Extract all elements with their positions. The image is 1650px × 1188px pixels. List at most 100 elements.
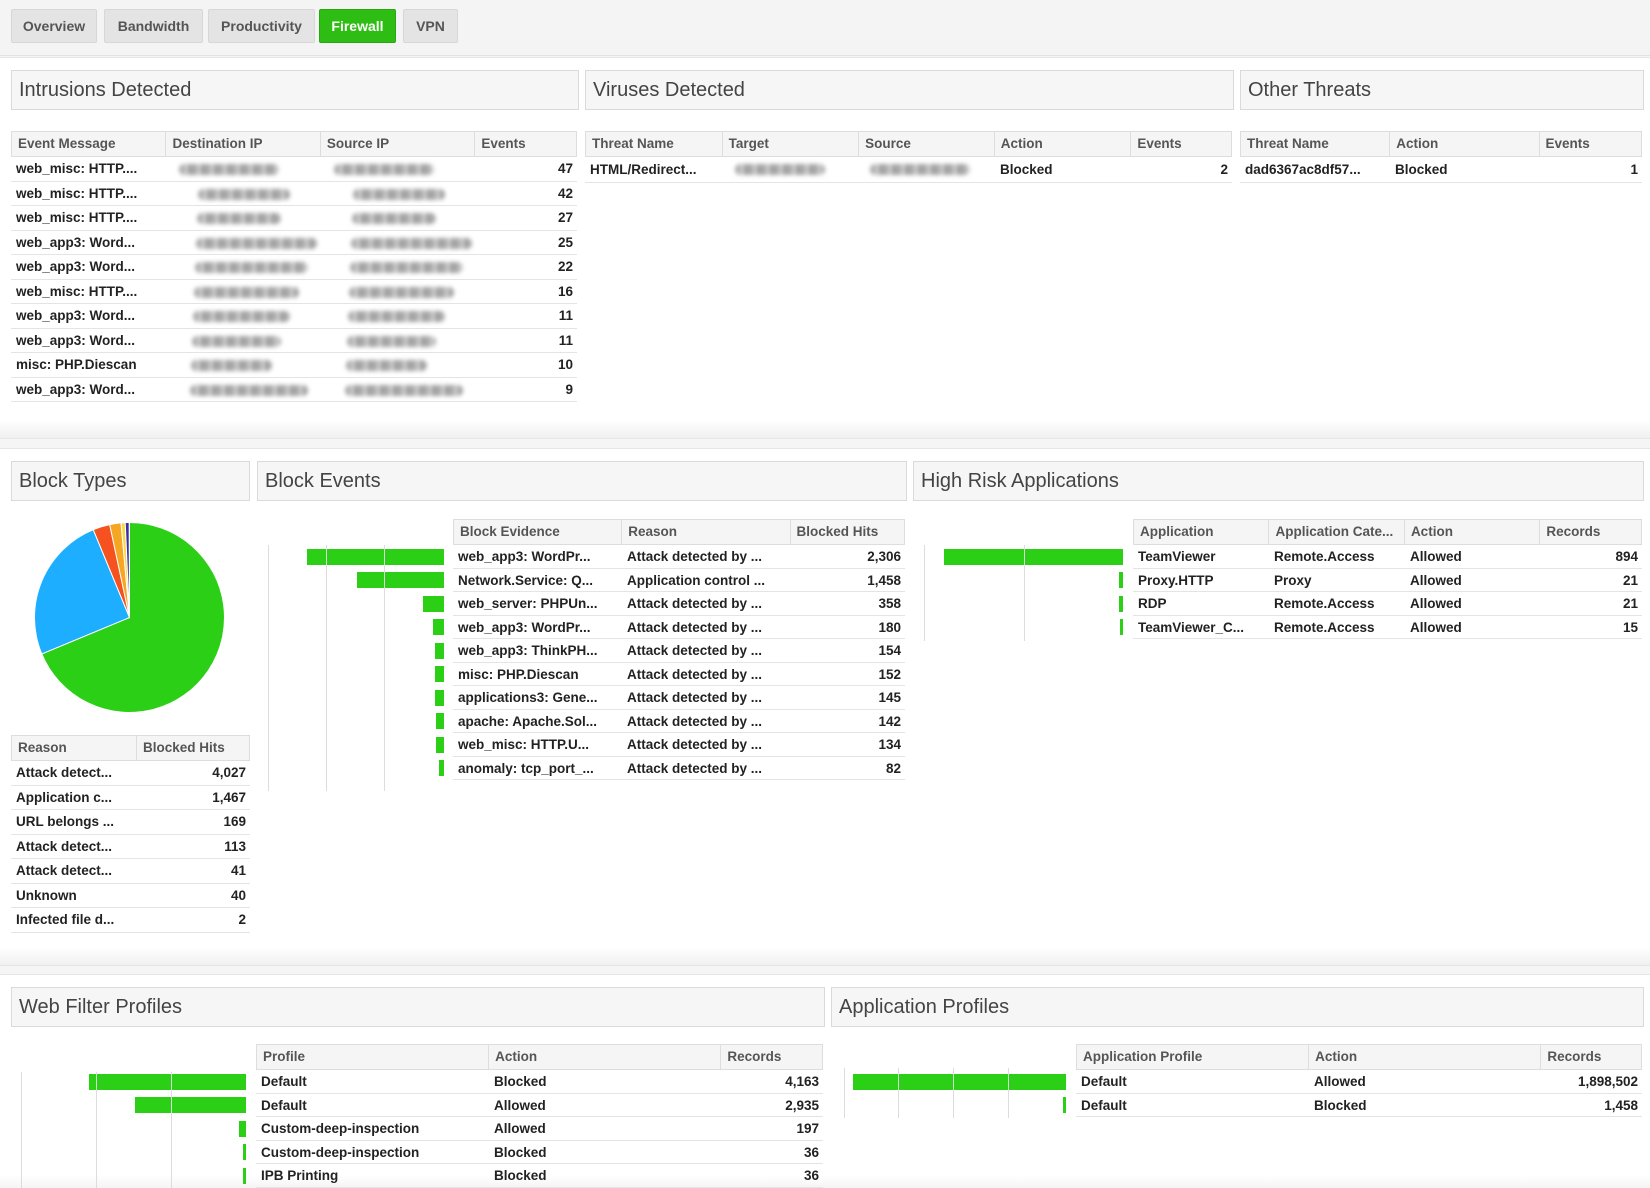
table-row[interactable]: web_app3: Word... 11 xyxy=(11,329,577,353)
column-header[interactable]: Action xyxy=(489,1045,722,1069)
records: 21 xyxy=(1622,572,1638,588)
table-row[interactable]: Default Blocked 4,163 xyxy=(256,1070,823,1094)
bar[interactable] xyxy=(357,572,444,589)
bar[interactable] xyxy=(434,642,444,659)
table-row[interactable]: TeamViewer Remote.Access Allowed 894 xyxy=(1133,545,1642,569)
bar[interactable] xyxy=(135,1097,246,1114)
tab-firewall[interactable]: Firewall xyxy=(319,9,396,43)
bar[interactable] xyxy=(853,1073,1066,1090)
table-row[interactable]: Custom-deep-inspection Blocked 36 xyxy=(256,1141,823,1164)
table-row[interactable]: Attack detect... 113 xyxy=(11,835,250,859)
table-header: Threat Name Target Source Action Events xyxy=(585,131,1232,157)
table-row[interactable]: dad6367ac8df57... Blocked 1 xyxy=(1240,157,1642,183)
table-row[interactable]: Unknown 40 xyxy=(11,884,250,908)
table-row[interactable]: Proxy.HTTP Proxy Allowed 21 xyxy=(1133,569,1642,592)
source-ip-redacted xyxy=(321,182,476,206)
bar[interactable] xyxy=(1118,595,1123,612)
table-row[interactable]: Attack detect... 4,027 xyxy=(11,761,250,786)
table-row[interactable]: HTML/Redirect... Blocked 2 xyxy=(585,157,1232,183)
table-row[interactable]: web_misc: HTTP.... 27 xyxy=(11,206,577,231)
bar[interactable] xyxy=(307,548,444,565)
table-row[interactable]: anomaly: tcp_port_... Attack detected by … xyxy=(453,757,905,780)
table-row[interactable]: Infected file d... 2 xyxy=(11,908,250,933)
column-header[interactable]: Event Message xyxy=(12,132,167,156)
column-header[interactable]: Action xyxy=(1405,520,1541,544)
column-header[interactable]: Block Evidence xyxy=(454,520,623,544)
table-row[interactable]: misc: PHP.Diescan 10 xyxy=(11,353,577,378)
blocked-hits: 180 xyxy=(878,619,901,635)
table-row[interactable]: web_app3: ThinkPH... Attack detected by .… xyxy=(453,639,905,663)
column-header[interactable]: Action xyxy=(1309,1045,1542,1069)
table-row[interactable]: apache: Apache.Sol... Attack detected by … xyxy=(453,710,905,733)
table-row[interactable]: Default Blocked 1,458 xyxy=(1076,1094,1642,1117)
table-row[interactable]: web_misc: HTTP.... 47 xyxy=(11,157,577,182)
column-header[interactable]: Records xyxy=(1540,520,1641,544)
column-header[interactable]: Events xyxy=(1540,132,1642,156)
events: 10 xyxy=(557,357,573,372)
bar[interactable] xyxy=(238,1120,246,1137)
bar[interactable] xyxy=(422,595,444,612)
table-row[interactable]: TeamViewer_C... Remote.Access Allowed 15 xyxy=(1133,616,1642,639)
table-row[interactable]: URL belongs ... 169 xyxy=(11,810,250,835)
table-row[interactable]: web_app3: Word... 22 xyxy=(11,255,577,280)
column-header[interactable]: Events xyxy=(1131,132,1231,156)
table-row[interactable]: RDP Remote.Access Allowed 21 xyxy=(1133,592,1642,616)
tab-vpn[interactable]: VPN xyxy=(403,9,458,43)
column-header[interactable]: Application xyxy=(1134,520,1270,544)
table-row[interactable]: web_app3: Word... 25 xyxy=(11,231,577,255)
table-row[interactable]: web_app3: Word... 11 xyxy=(11,304,577,329)
table-row[interactable]: web_app3: Word... 9 xyxy=(11,378,577,402)
table-row[interactable]: Attack detect... 41 xyxy=(11,859,250,884)
bar[interactable] xyxy=(1063,1097,1066,1114)
bar[interactable] xyxy=(436,736,444,753)
table-row[interactable]: Default Allowed 1,898,502 xyxy=(1076,1070,1642,1094)
tab-overview[interactable]: Overview xyxy=(11,9,97,43)
table-row[interactable]: web_misc: HTTP.... 42 xyxy=(11,182,577,206)
bar[interactable] xyxy=(435,689,444,706)
column-header[interactable]: Action xyxy=(1390,132,1540,156)
column-header[interactable]: Application Profile xyxy=(1077,1045,1310,1069)
table-row[interactable]: Network.Service: Q... Application control… xyxy=(453,569,905,592)
table-row[interactable]: Custom-deep-inspection Allowed 197 xyxy=(256,1117,823,1141)
bar[interactable] xyxy=(439,760,444,777)
column-header[interactable]: Threat Name xyxy=(1241,132,1391,156)
bar[interactable] xyxy=(1118,572,1123,589)
table-row[interactable]: web_app3: WordPr... Attack detected by ..… xyxy=(453,616,905,639)
events: 11 xyxy=(558,308,573,323)
table-row[interactable]: web_misc: HTTP.U... Attack detected by ..… xyxy=(453,733,905,757)
column-header[interactable]: Blocked Hits xyxy=(791,520,905,544)
bar[interactable] xyxy=(89,1073,246,1090)
table-row[interactable]: IPB Printing Blocked 36 xyxy=(256,1164,823,1188)
table-row[interactable]: misc: PHP.Diescan Attack detected by ... 1… xyxy=(453,663,905,686)
bar[interactable] xyxy=(435,713,444,730)
column-header[interactable]: Events xyxy=(475,132,576,156)
bar[interactable] xyxy=(1119,619,1123,636)
column-header[interactable]: Blocked Hits xyxy=(137,736,249,760)
column-header[interactable]: Application Cate... xyxy=(1269,520,1405,544)
column-header[interactable]: Threat Name xyxy=(586,132,723,156)
blocked-hits: 154 xyxy=(878,643,901,658)
table-row[interactable]: applications3: Gene... Attack detected by… xyxy=(453,686,905,710)
table-row[interactable]: web_server: PHPUn... Attack detected by .… xyxy=(453,592,905,616)
bar[interactable] xyxy=(944,548,1123,565)
column-header[interactable]: Action xyxy=(995,132,1132,156)
bar[interactable] xyxy=(434,666,444,683)
table-row[interactable]: web_app3: WordPr... Attack detected by ..… xyxy=(453,545,905,569)
column-header[interactable]: Reason xyxy=(12,736,137,760)
tab-bandwidth[interactable]: Bandwidth xyxy=(104,9,203,43)
column-header[interactable]: Profile xyxy=(257,1045,490,1069)
column-header[interactable]: Reason xyxy=(622,520,791,544)
column-header[interactable]: Source xyxy=(859,132,995,156)
bar[interactable] xyxy=(243,1167,246,1184)
column-header[interactable]: Source IP xyxy=(321,132,476,156)
bar[interactable] xyxy=(243,1144,246,1161)
column-header[interactable]: Target xyxy=(723,132,860,156)
bar[interactable] xyxy=(433,619,444,636)
table-row[interactable]: web_misc: HTTP.... 16 xyxy=(11,280,577,304)
column-header[interactable]: Destination IP xyxy=(166,132,321,156)
table-row[interactable]: Application c... 1,467 xyxy=(11,786,250,810)
table-row[interactable]: Default Allowed 2,935 xyxy=(256,1094,823,1117)
tab-productivity[interactable]: Productivity xyxy=(208,9,315,43)
column-header[interactable]: Records xyxy=(1541,1045,1641,1069)
column-header[interactable]: Records xyxy=(721,1045,822,1069)
